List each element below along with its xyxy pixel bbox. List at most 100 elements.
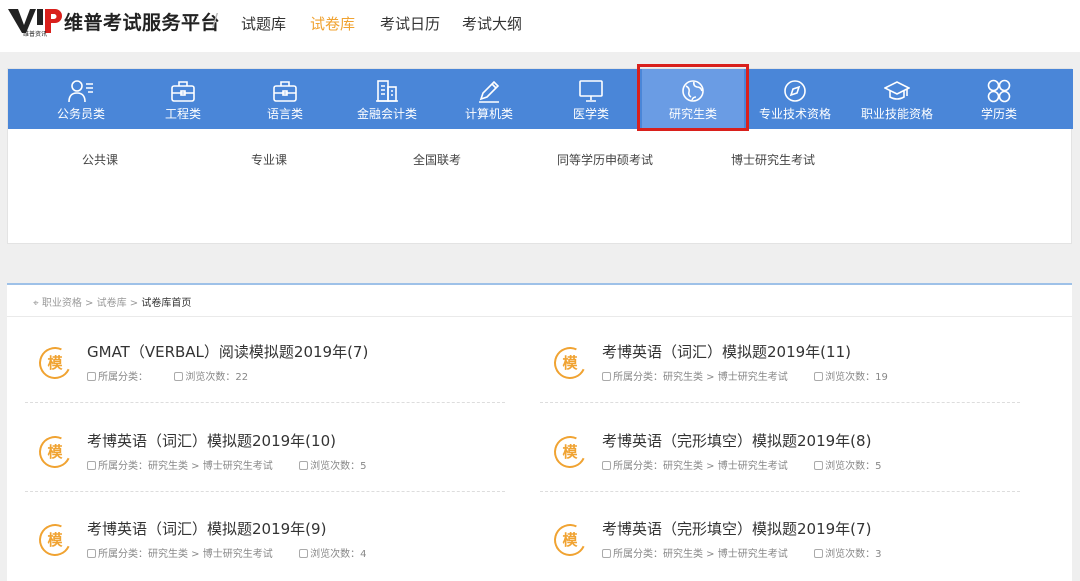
mock-badge-text: 模 (47, 531, 63, 549)
category-panel: 公务员类 工程类 语言类 金融会计类 计算机类 医学类 研究生类 专业技术资格 … (7, 68, 1073, 244)
mock-badge-text: 模 (562, 354, 578, 372)
row-divider (540, 491, 1020, 492)
paper-item[interactable]: 模 考博英语（词汇）模拟题2019年(10) 所属分类：研究生类 > 博士研究生… (25, 430, 505, 500)
paper-views: 4 (360, 549, 367, 560)
breadcrumb-divider (7, 316, 1072, 317)
logo-subtext: 维普资讯 (23, 30, 47, 37)
paper-item[interactable]: 模 考博英语（词汇）模拟题2019年(11) 所属分类：研究生类 > 博士研究生… (540, 341, 1020, 411)
mock-badge-text: 模 (47, 443, 63, 461)
paper-meta: 所属分类：研究生类 > 博士研究生考试 浏览次数：5 (87, 457, 367, 472)
nav-exam-calendar[interactable]: 考试日历 (380, 13, 440, 34)
category-medicine[interactable]: 医学类 (540, 69, 642, 129)
briefcase-icon (171, 81, 195, 102)
paper-meta: 所属分类： 浏览次数：22 (87, 368, 248, 383)
paper-item[interactable]: 模 考博英语（完形填空）模拟题2019年(7) 所属分类：研究生类 > 博士研究… (540, 518, 1020, 581)
paper-category: 研究生类 > 博士研究生考试 (663, 549, 788, 560)
subcategory-equivalent-degree-exam[interactable]: 同等学历申硕考试 (557, 151, 653, 168)
paper-title[interactable]: 考博英语（词汇）模拟题2019年(10) (87, 430, 336, 451)
category-label: 医学类 (572, 107, 609, 121)
views-icon (814, 549, 824, 558)
nav-paper-bank[interactable]: 试卷库 (310, 13, 355, 34)
subcategory-national-joint-exam[interactable]: 全国联考 (413, 151, 461, 168)
paper-category: 研究生类 > 博士研究生考试 (148, 461, 273, 472)
category-civil-service[interactable]: 公务员类 (30, 69, 132, 129)
category-label: 学历类 (980, 107, 1017, 121)
breadcrumb: ⌖ 职业资格 > 试卷库 > 试卷库首页 (33, 294, 191, 309)
category-finance[interactable]: 金融会计类 (336, 69, 438, 129)
category-icon (87, 549, 96, 558)
paper-title[interactable]: 考博英语（词汇）模拟题2019年(11) (602, 341, 851, 362)
views-label: 浏览次数： (310, 461, 361, 472)
views-icon (814, 372, 824, 381)
brand-title: 维普考试服务平台 (64, 12, 221, 34)
paper-meta: 所属分类：研究生类 > 博士研究生考试 浏览次数：4 (87, 545, 367, 560)
category-vocational-skills[interactable]: 职业技能资格 (846, 69, 948, 129)
breadcrumb-current: 试卷库首页 (141, 298, 192, 309)
paper-title[interactable]: 考博英语（词汇）模拟题2019年(9) (87, 518, 326, 539)
category-label: 公务员类 (56, 107, 105, 121)
views-label: 浏览次数： (185, 372, 236, 383)
category-academic-degree[interactable]: 学历类 (948, 69, 1050, 129)
category-label: 金融会计类 (356, 107, 417, 121)
paper-views: 5 (360, 461, 367, 472)
mock-badge-text: 模 (562, 443, 578, 461)
row-divider (540, 402, 1020, 403)
category-label: 所属分类： (98, 549, 148, 560)
category-label: 所属分类： (613, 549, 663, 560)
category-professional-tech[interactable]: 专业技术资格 (744, 69, 846, 129)
paper-title[interactable]: 考博英语（完形填空）模拟题2019年(8) (602, 430, 871, 451)
breadcrumb-separator: > (85, 298, 94, 309)
paper-title[interactable]: 考博英语（完形填空）模拟题2019年(7) (602, 518, 871, 539)
row-divider (25, 402, 505, 403)
breadcrumb-item[interactable]: 职业资格 (42, 298, 82, 309)
paper-views: 3 (875, 549, 882, 560)
category-label: 所属分类： (98, 372, 148, 383)
building-icon (376, 80, 398, 102)
paper-views: 19 (875, 372, 888, 383)
paper-meta: 所属分类：研究生类 > 博士研究生考试 浏览次数：3 (602, 545, 882, 560)
category-icon (87, 461, 96, 470)
category-computer[interactable]: 计算机类 (438, 69, 540, 129)
paper-category: 研究生类 > 博士研究生考试 (663, 461, 788, 472)
category-icon (602, 372, 611, 381)
category-label: 计算机类 (464, 107, 513, 121)
subcategory-phd-exam[interactable]: 博士研究生考试 (731, 151, 815, 168)
paper-meta: 所属分类：研究生类 > 博士研究生考试 浏览次数：19 (602, 368, 888, 383)
paper-item[interactable]: 模 考博英语（词汇）模拟题2019年(9) 所属分类：研究生类 > 博士研究生考… (25, 518, 505, 581)
paper-list-section: ⌖ 职业资格 > 试卷库 > 试卷库首页 模 GMAT（VERBAL）阅读模拟题… (7, 283, 1072, 581)
paper-title[interactable]: GMAT（VERBAL）阅读模拟题2019年(7) (87, 341, 368, 362)
views-icon (299, 549, 309, 558)
category-bar: 公务员类 工程类 语言类 金融会计类 计算机类 医学类 研究生类 专业技术资格 … (8, 69, 1073, 129)
four-circles-icon (987, 79, 1011, 103)
paper-views: 22 (235, 372, 249, 383)
paper-item[interactable]: 模 考博英语（完形填空）模拟题2019年(8) 所属分类：研究生类 > 博士研究… (540, 430, 1020, 500)
category-language[interactable]: 语言类 (234, 69, 336, 129)
paper-category: 研究生类 > 博士研究生考试 (148, 549, 273, 560)
person-list-icon (68, 80, 93, 103)
category-label: 所属分类： (613, 372, 663, 383)
location-pin-icon: ⌖ (33, 298, 39, 309)
header-divider: / (212, 10, 219, 31)
nav-exam-syllabus[interactable]: 考试大纲 (462, 13, 522, 34)
paper-item[interactable]: 模 GMAT（VERBAL）阅读模拟题2019年(7) 所属分类： 浏览次数：2… (25, 341, 505, 411)
category-label: 所属分类： (613, 461, 663, 472)
graduation-cap-icon (884, 81, 910, 100)
views-icon (814, 461, 824, 470)
subcategory-specialized-course[interactable]: 专业课 (251, 151, 287, 168)
selected-category-highlight (637, 64, 749, 131)
category-label: 所属分类： (98, 461, 148, 472)
subcategory-public-course[interactable]: 公共课 (82, 151, 118, 168)
category-engineering[interactable]: 工程类 (132, 69, 234, 129)
paper-meta: 所属分类：研究生类 > 博士研究生考试 浏览次数：5 (602, 457, 882, 472)
category-label: 职业技能资格 (860, 107, 933, 121)
nav-question-bank[interactable]: 试题库 (241, 13, 286, 34)
mock-badge-text: 模 (562, 531, 578, 549)
views-label: 浏览次数： (825, 372, 876, 383)
views-icon (299, 461, 309, 470)
paper-views: 5 (875, 461, 882, 472)
category-label: 专业技术资格 (758, 107, 831, 121)
compass-icon (784, 80, 806, 102)
breadcrumb-item[interactable]: 试卷库 (97, 298, 127, 309)
vip-logo[interactable]: 维普资讯 (8, 7, 64, 37)
breadcrumb-separator: > (129, 298, 139, 309)
